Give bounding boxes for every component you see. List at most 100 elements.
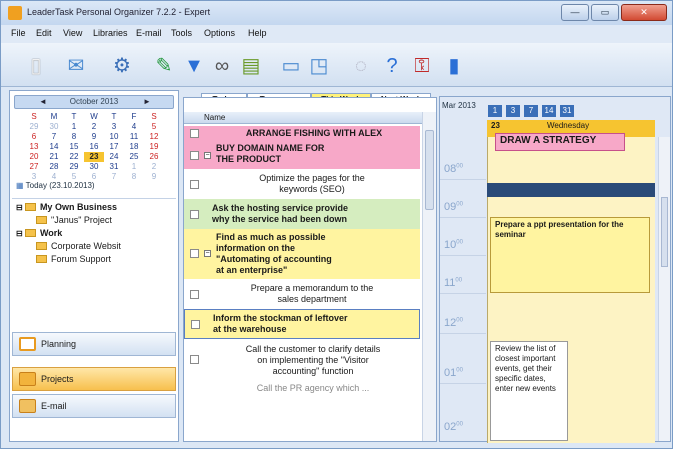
close-button[interactable]: ✕ (621, 4, 667, 21)
calendar-day[interactable]: 12 (144, 132, 164, 142)
task-checkbox[interactable] (190, 151, 199, 160)
header-event[interactable]: DRAW A STRATEGY (495, 133, 625, 151)
menu-help[interactable]: Help (248, 28, 267, 38)
menu-email[interactable]: E-mail (136, 28, 162, 38)
calendar-day[interactable]: 14 (44, 142, 64, 152)
calendar-day[interactable]: 21 (44, 152, 64, 162)
task-row[interactable]: Call the PR agency which ... (184, 381, 420, 395)
calendar-day[interactable]: 8 (124, 172, 144, 182)
calendar-next-button[interactable]: ► (143, 96, 151, 108)
calendar-day[interactable]: 22 (64, 152, 84, 162)
menu-options[interactable]: Options (204, 28, 235, 38)
nav-planning[interactable]: Planning (12, 332, 176, 356)
calendar-event[interactable]: Review the list of closest important eve… (490, 341, 568, 441)
calendar-day[interactable]: 31 (104, 162, 124, 172)
phone-icon[interactable]: ▮ (441, 53, 467, 79)
calendar-day[interactable]: 18 (124, 142, 144, 152)
filter-icon[interactable]: ▼ (181, 53, 207, 79)
view-7-days-button[interactable]: 7 (524, 105, 538, 117)
task-row[interactable]: Optimize the pages for the keywords (SEO… (184, 169, 420, 199)
calendar-day-selected[interactable]: 23 (84, 152, 104, 162)
project-forum-support[interactable]: Forum Support (36, 254, 111, 264)
task-checkbox[interactable] (190, 180, 199, 189)
calendar-month-label[interactable]: October 2013 (70, 97, 118, 106)
task-checkbox[interactable] (190, 129, 199, 138)
pin-icon[interactable]: ✎ (151, 53, 177, 79)
task-checkbox[interactable] (190, 290, 199, 299)
calendar-day[interactable]: 3 (104, 122, 124, 132)
scrollbar-thumb[interactable] (661, 197, 668, 267)
today-link[interactable]: ▦ Today (23.10.2013) (16, 181, 95, 190)
calendar-day[interactable]: 30 (44, 122, 64, 132)
calendar-day[interactable]: 1 (124, 162, 144, 172)
project-my-own-business[interactable]: ⊟ My Own Business (16, 202, 117, 212)
calendar-day[interactable]: 16 (84, 142, 104, 152)
view-1-day-button[interactable]: 1 (488, 105, 502, 117)
calendar-event[interactable]: Prepare a ppt presentation for the semin… (490, 217, 650, 293)
key-icon[interactable]: ⚿ (409, 53, 435, 79)
expand-icon[interactable]: − (204, 152, 211, 159)
calendar-prev-button[interactable]: ◄ (39, 96, 47, 108)
calendar-day[interactable]: 4 (124, 122, 144, 132)
calendar-day[interactable]: 19 (144, 142, 164, 152)
calendar-day[interactable]: 1 (64, 122, 84, 132)
folder-icon[interactable]: ▭ (278, 53, 304, 79)
menu-libraries[interactable]: Libraries (93, 28, 128, 38)
task-list-header[interactable]: Name (184, 112, 428, 124)
nav-projects[interactable]: Projects (12, 367, 176, 391)
day-view-scrollbar[interactable] (658, 137, 670, 441)
task-checkbox[interactable] (190, 210, 199, 219)
calendar-day[interactable]: 27 (24, 162, 44, 172)
view-3-days-button[interactable]: 3 (506, 105, 520, 117)
calendar-day[interactable]: 5 (144, 122, 164, 132)
project-corporate-website[interactable]: Corporate Websit (36, 241, 121, 251)
nav-email[interactable]: E-mail (12, 394, 176, 418)
task-checkbox[interactable] (190, 249, 199, 258)
calendar-day[interactable]: 17 (104, 142, 124, 152)
calendar-day[interactable]: 2 (144, 162, 164, 172)
task-row[interactable]: ARRANGE FISHING WITH ALEX (184, 126, 420, 140)
calendar-day[interactable]: 7 (44, 132, 64, 142)
calendar-day[interactable]: 25 (124, 152, 144, 162)
expand-icon[interactable]: − (204, 250, 211, 257)
calendar-day[interactable]: 29 (24, 122, 44, 132)
calendar-day[interactable]: 2 (84, 122, 104, 132)
view-14-days-button[interactable]: 14 (542, 105, 556, 117)
project-work[interactable]: ⊟ Work (16, 228, 62, 238)
calendar-day[interactable]: 8 (64, 132, 84, 142)
calendar-day[interactable]: 24 (104, 152, 124, 162)
calendar-day[interactable]: 15 (64, 142, 84, 152)
menu-tools[interactable]: Tools (171, 28, 192, 38)
maximize-button[interactable]: ▭ (591, 4, 619, 21)
view-31-days-button[interactable]: 31 (560, 105, 574, 117)
help-icon[interactable]: ? (379, 53, 405, 79)
task-list-scrollbar[interactable] (422, 112, 436, 441)
scrollbar-thumb[interactable] (425, 130, 434, 210)
mail-icon[interactable]: ▤ (238, 53, 264, 79)
circle-icon[interactable]: ◌ (348, 53, 374, 79)
document-icon[interactable]: ◳ (306, 53, 332, 79)
calendar-day[interactable]: 11 (124, 132, 144, 142)
calendar-day[interactable]: 9 (84, 132, 104, 142)
menu-file[interactable]: File (11, 28, 26, 38)
task-row[interactable]: Call the customer to clarify details on … (184, 340, 420, 380)
task-row[interactable]: Prepare a memorandum to the sales depart… (184, 279, 420, 309)
binoculars-icon[interactable]: ∞ (209, 53, 235, 79)
project-janus[interactable]: "Janus" Project (36, 215, 112, 225)
calendar-day[interactable]: 20 (24, 152, 44, 162)
calendar-day[interactable]: 28 (44, 162, 64, 172)
calendar-day[interactable]: 10 (104, 132, 124, 142)
calendar-day[interactable]: 6 (24, 132, 44, 142)
menu-edit[interactable]: Edit (36, 28, 52, 38)
calendar-day[interactable]: 30 (84, 162, 104, 172)
calendar-day[interactable]: 13 (24, 142, 44, 152)
calendar-day[interactable]: 26 (144, 152, 164, 162)
new-task-icon[interactable]: ▯ (23, 53, 49, 79)
task-row[interactable]: − BUY DOMAIN NAME FOR THE PRODUCT (184, 140, 420, 169)
task-row[interactable]: Ask the hosting service provide why the … (184, 199, 420, 229)
minimize-button[interactable]: — (561, 4, 589, 21)
calendar-day[interactable]: 9 (144, 172, 164, 182)
expand-icon[interactable]: ⊟ (16, 229, 25, 238)
task-checkbox[interactable] (190, 355, 199, 364)
menu-view[interactable]: View (63, 28, 82, 38)
